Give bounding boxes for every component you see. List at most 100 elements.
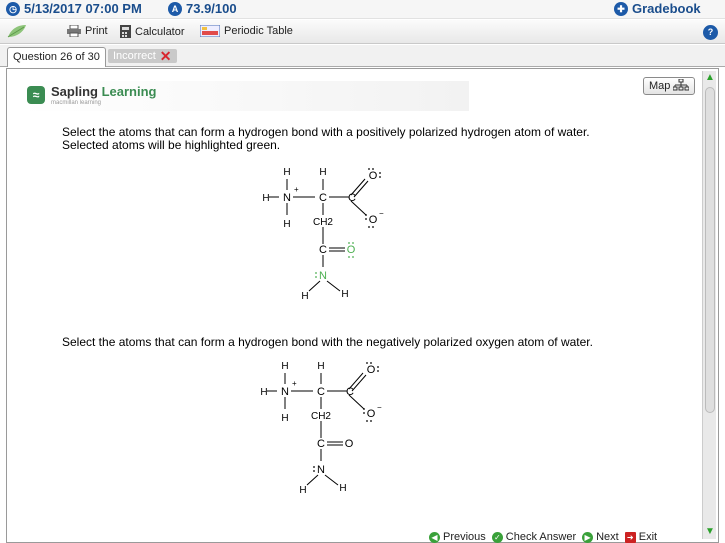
question-1-text: Select the atoms that can form a hydroge… [62,126,590,152]
atom-h[interactable]: H [260,387,267,398]
atom-o[interactable]: O [369,214,378,226]
question-tab-bar: Question 26 of 30 Incorrect ✕ [0,45,725,67]
atom-h[interactable]: H [319,167,326,178]
map-button[interactable]: Map [643,77,695,95]
atom-h[interactable]: H [281,413,288,424]
minus-charge: − [377,403,382,412]
atom-ch2[interactable]: CH2 [311,411,331,422]
next-button[interactable]: ▶ Next [582,531,619,543]
bottom-navigation: ◀ Previous ✓ Check Answer ▶ Next ➜ Exit [429,531,691,543]
atom-n[interactable]: N [317,464,325,476]
help-button[interactable]: ? [703,25,718,40]
atom-c[interactable]: C [319,244,327,256]
logo-name-2: Learning [101,84,157,99]
check-icon: ✓ [491,531,503,543]
logo-tagline: macmillan learning [51,100,102,106]
minus-charge: − [379,209,384,218]
bond [324,474,339,486]
score-text: 73.9/100 [186,1,237,16]
atom-o[interactable]: O [367,408,376,420]
plus-charge: + [292,379,297,388]
bond [306,474,319,486]
clock-icon: ◷ [6,1,20,16]
question-2-line-1: Select the atoms that can form a hydroge… [62,335,593,349]
next-label: Next [596,531,619,543]
atom-o[interactable]: O [345,438,354,450]
exit-label: Exit [638,531,658,543]
status-label: Incorrect [113,50,156,62]
gradebook-link[interactable]: ✚ Gradebook [614,1,701,16]
atom-h[interactable]: H [283,219,290,230]
due-date-text: 5/13/2017 07:00 PM [24,1,142,16]
atom-n[interactable]: N [283,192,291,204]
print-label: Print [85,25,108,37]
gradebook-icon: ✚ [614,1,628,16]
status-badge: Incorrect ✕ [108,49,177,63]
question-2-text: Select the atoms that can form a hydroge… [62,336,593,349]
atom-h[interactable]: H [281,361,288,372]
score: A 73.9/100 [168,1,237,16]
logo-name-1: Sapling [51,84,98,99]
plus-charge: + [294,185,299,194]
periodic-table-label: Periodic Table [224,25,293,37]
atom-n-selected[interactable]: N [319,270,327,282]
print-button[interactable]: Print [67,25,108,37]
atom-ch2[interactable]: CH2 [313,217,333,228]
scroll-down-arrow-icon[interactable]: ▼ [703,525,717,539]
atom-h[interactable]: H [339,483,346,494]
map-label: Map [649,80,671,92]
atom-c[interactable]: C [346,386,354,398]
atom-h[interactable]: H [341,289,348,300]
atom-o[interactable]: O [367,364,376,376]
sapling-leaf-icon [6,23,32,39]
bond [326,280,341,292]
atom-h[interactable]: H [317,361,324,372]
question-panel: ≈ Sapling Learning macmillan learning Ma… [6,68,719,543]
previous-icon: ◀ [429,531,440,543]
scroll-up-arrow-icon[interactable]: ▲ [703,71,717,85]
question-content: ≈ Sapling Learning macmillan learning Ma… [11,73,701,536]
atom-o[interactable]: O [369,170,378,182]
atom-c[interactable]: C [317,386,325,398]
top-status-bar: ◷ 5/13/2017 07:00 PM A 73.9/100 ✚ Gradeb… [0,0,725,19]
periodic-table-button[interactable]: Periodic Table [200,25,293,37]
bond [308,280,321,292]
calculator-icon [120,25,131,38]
help-icon: ? [703,25,718,40]
vertical-scrollbar[interactable]: ▲ ▼ [702,71,716,539]
exit-button[interactable]: ➜ Exit [624,531,658,543]
calculator-button[interactable]: Calculator [120,25,185,38]
scroll-thumb[interactable] [705,87,715,413]
map-tree-icon [672,78,690,91]
exit-icon: ➜ [624,531,636,543]
atom-o-selected[interactable]: O [347,244,356,256]
atom-h[interactable]: H [299,485,306,496]
sapling-logo: ≈ Sapling Learning macmillan learning [21,81,469,111]
molecule-1: H H H N + C C O O − H CH2 C O N H H [262,167,384,302]
calculator-label: Calculator [135,25,185,38]
atom-n[interactable]: N [281,386,289,398]
due-date: ◷ 5/13/2017 07:00 PM [6,1,142,16]
previous-label: Previous [443,531,486,543]
sapling-logo-icon: ≈ [27,86,45,104]
check-answer-label: Check Answer [505,531,577,543]
atom-c[interactable]: C [317,438,325,450]
grade-icon: A [168,1,182,16]
periodic-table-icon [200,25,220,37]
question-1-line-2: Selected atoms will be highlighted green… [62,138,281,152]
tab-question[interactable]: Question 26 of 30 [7,47,106,67]
next-icon: ▶ [582,531,594,543]
atom-h[interactable]: H [301,291,308,302]
atom-h[interactable]: H [262,193,269,204]
incorrect-x-icon: ✕ [159,48,172,64]
atom-c[interactable]: C [348,192,356,204]
logo-title: Sapling Learning [51,84,156,99]
molecule-2: H H H N + C C O O − H CH2 C O N H H [260,361,382,496]
gradebook-label: Gradebook [632,1,701,16]
printer-icon [67,25,81,37]
previous-button[interactable]: ◀ Previous [429,531,486,543]
atom-c[interactable]: C [319,192,327,204]
check-answer-button[interactable]: ✓ Check Answer [491,531,577,543]
atom-h[interactable]: H [283,167,290,178]
toolbar: Print Calculator Periodic Table ? [0,20,725,44]
